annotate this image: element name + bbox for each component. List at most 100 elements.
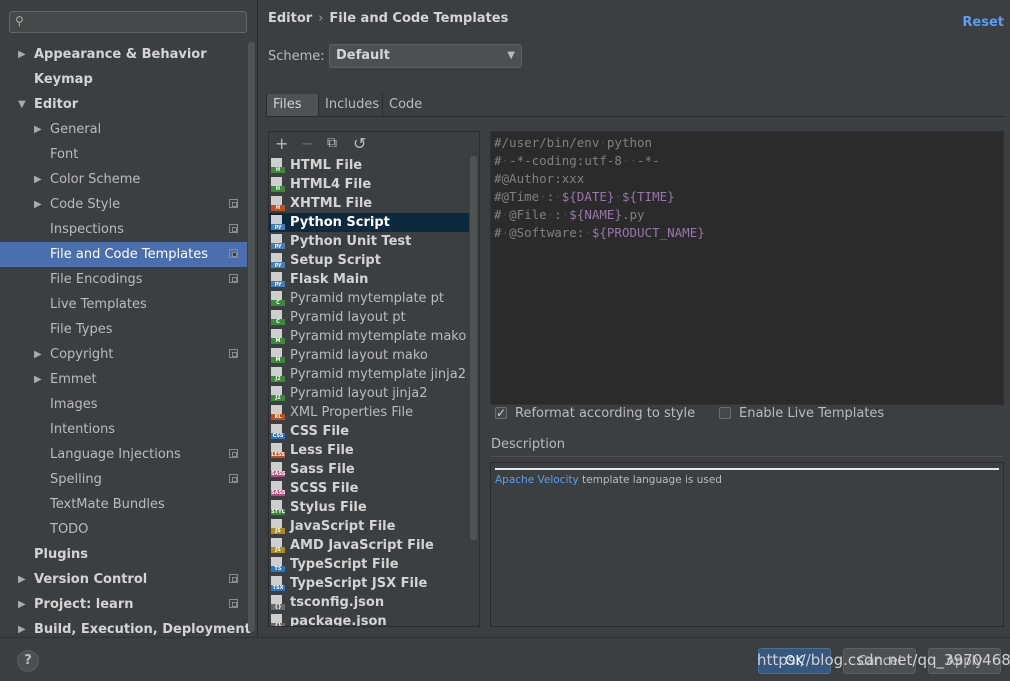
description-panel: Apache Velocity template language is use…: [490, 462, 1004, 627]
chevron-right-icon[interactable]: ▶: [34, 117, 42, 142]
reset-link[interactable]: Reset: [962, 15, 1004, 30]
template-item[interactable]: py Flask Main: [269, 270, 469, 289]
chevron-right-icon[interactable]: ▶: [18, 42, 26, 67]
remove-icon[interactable]: −: [301, 134, 314, 153]
template-item[interactable]: H HTML File: [269, 156, 469, 175]
breadcrumb-parent: Editor: [268, 11, 313, 26]
tab-includes[interactable]: Includes: [318, 94, 385, 116]
project-scope-icon: [229, 599, 238, 608]
sidebar-item-spelling[interactable]: Spelling: [0, 467, 247, 492]
sidebar-item-color-scheme[interactable]: ▶ Color Scheme: [0, 167, 247, 192]
description-body: template language is used: [578, 474, 722, 486]
sidebar-item-appearance-behavior[interactable]: ▶ Appearance & Behavior: [0, 42, 247, 67]
sidebar-item-inspections[interactable]: Inspections: [0, 217, 247, 242]
template-item[interactable]: JS JavaScript File: [269, 517, 469, 536]
sidebar-scrollbar[interactable]: [248, 42, 255, 632]
sidebar-item-keymap[interactable]: Keymap: [0, 67, 247, 92]
sidebar-item-label: Live Templates: [50, 297, 147, 312]
template-item-label: TypeScript File: [290, 557, 399, 572]
sidebar-item-version-control[interactable]: ▶ Version Control: [0, 567, 247, 592]
sidebar-item-textmate-bundles[interactable]: TextMate Bundles: [0, 492, 247, 517]
template-item[interactable]: C Pyramid layout pt: [269, 308, 469, 327]
breadcrumb-current: File and Code Templates: [329, 11, 509, 26]
help-button[interactable]: ?: [17, 650, 39, 672]
sidebar-item-label: Emmet: [50, 372, 97, 387]
chevron-right-icon[interactable]: ▶: [18, 567, 26, 592]
chevron-right-icon[interactable]: ▶: [34, 342, 42, 367]
template-item[interactable]: XL XML Properties File: [269, 403, 469, 422]
file-template-icon: XL: [271, 405, 286, 420]
apache-velocity-link[interactable]: Apache Velocity: [495, 474, 579, 486]
sidebar-item-plugins[interactable]: Plugins: [0, 542, 247, 567]
file-template-icon: CSS: [271, 424, 286, 439]
scheme-dropdown[interactable]: Default ▼: [329, 44, 522, 68]
template-item[interactable]: J2 Pyramid layout jinja2: [269, 384, 469, 403]
sidebar-item-label: TextMate Bundles: [50, 497, 165, 512]
tab-files[interactable]: Files: [266, 94, 319, 116]
template-item[interactable]: M Pyramid layout mako: [269, 346, 469, 365]
sidebar-item-label: Editor: [34, 97, 79, 112]
template-item[interactable]: SASS SCSS File: [269, 479, 469, 498]
code-line: #@Time·:·${DATE}·${TIME}: [494, 189, 675, 204]
sidebar-item-images[interactable]: Images: [0, 392, 247, 417]
sidebar-item-label: Code Style: [50, 197, 121, 212]
template-item[interactable]: H XHTML File: [269, 194, 469, 213]
template-item-label: Pyramid mytemplate jinja2: [290, 367, 466, 382]
template-item[interactable]: J2 Pyramid mytemplate jinja2: [269, 365, 469, 384]
sidebar-item-font[interactable]: Font: [0, 142, 247, 167]
template-item[interactable]: py Python Unit Test: [269, 232, 469, 251]
tab-code[interactable]: Code: [382, 94, 428, 116]
chevron-right-icon[interactable]: ▶: [34, 167, 42, 192]
chevron-right-icon[interactable]: ▶: [34, 367, 42, 392]
template-item-label: Sass File: [290, 462, 355, 477]
template-item-label: tsconfig.json: [290, 595, 385, 610]
template-item[interactable]: STYL Stylus File: [269, 498, 469, 517]
template-item[interactable]: M Pyramid mytemplate mako: [269, 327, 469, 346]
sidebar-item-language-injections[interactable]: Language Injections: [0, 442, 247, 467]
sidebar-item-copyright[interactable]: ▶ Copyright: [0, 342, 247, 367]
sidebar-item-label: File Types: [50, 322, 113, 337]
sidebar-item-general[interactable]: ▶ General: [0, 117, 247, 142]
breadcrumb: Editor › File and Code Templates: [268, 11, 508, 26]
live-templates-checkbox-box[interactable]: [719, 407, 731, 419]
template-item[interactable]: LESS Less File: [269, 441, 469, 460]
sidebar-item-todo[interactable]: TODO: [0, 517, 247, 542]
template-item[interactable]: JS AMD JavaScript File: [269, 536, 469, 555]
template-item[interactable]: py Setup Script: [269, 251, 469, 270]
reformat-checkbox-box[interactable]: [495, 405, 507, 421]
chevron-right-icon[interactable]: ▶: [18, 592, 26, 617]
chevron-right-icon[interactable]: ▶: [34, 192, 42, 217]
copy-icon[interactable]: ⧉: [327, 135, 337, 151]
template-item[interactable]: C Pyramid mytemplate pt: [269, 289, 469, 308]
settings-tree: ▶ Appearance & Behavior Keymap ▼ Editor ▶ Gene…: [0, 42, 251, 642]
template-item[interactable]: {} package.json: [269, 612, 469, 626]
template-item[interactable]: {} tsconfig.json: [269, 593, 469, 612]
template-item[interactable]: TS TypeScript File: [269, 555, 469, 574]
project-scope-icon: [229, 449, 238, 458]
sidebar-item-editor[interactable]: ▼ Editor: [0, 92, 247, 117]
template-item[interactable]: SASS Sass File: [269, 460, 469, 479]
sidebar-item-label: Font: [50, 147, 79, 162]
add-icon[interactable]: +: [275, 134, 288, 153]
settings-search-input[interactable]: ⚲: [9, 11, 247, 33]
sidebar-item-emmet[interactable]: ▶ Emmet: [0, 367, 247, 392]
sidebar-item-file-types[interactable]: File Types: [0, 317, 247, 342]
template-item[interactable]: TSX TypeScript JSX File: [269, 574, 469, 593]
reset-icon[interactable]: ↺: [353, 134, 366, 153]
file-template-icon: TS: [271, 557, 286, 572]
sidebar-item-file-and-code-templates[interactable]: File and Code Templates: [0, 242, 247, 267]
template-editor[interactable]: #/user/bin/env·python #·-*-coding:utf-8··…: [490, 131, 1004, 405]
file-template-icon: M: [271, 329, 286, 344]
sidebar-item-intentions[interactable]: Intentions: [0, 417, 247, 442]
template-list-scrollbar[interactable]: [470, 156, 477, 540]
template-item[interactable]: CSS CSS File: [269, 422, 469, 441]
sidebar-item-file-encodings[interactable]: File Encodings: [0, 267, 247, 292]
sidebar-item-project-learn[interactable]: ▶ Project: learn: [0, 592, 247, 617]
template-item[interactable]: H HTML4 File: [269, 175, 469, 194]
template-item[interactable]: py Python Script: [269, 213, 469, 232]
chevron-down-icon[interactable]: ▼: [18, 92, 26, 117]
settings-sidebar: ⚲ ▶ Appearance & Behavior Keymap ▼ Editor ▶ Ge…: [0, 0, 258, 637]
sidebar-item-code-style[interactable]: ▶ Code Style: [0, 192, 247, 217]
sidebar-item-live-templates[interactable]: Live Templates: [0, 292, 247, 317]
template-code[interactable]: #/user/bin/env·python #·-*-coding:utf-8··…: [494, 134, 705, 242]
